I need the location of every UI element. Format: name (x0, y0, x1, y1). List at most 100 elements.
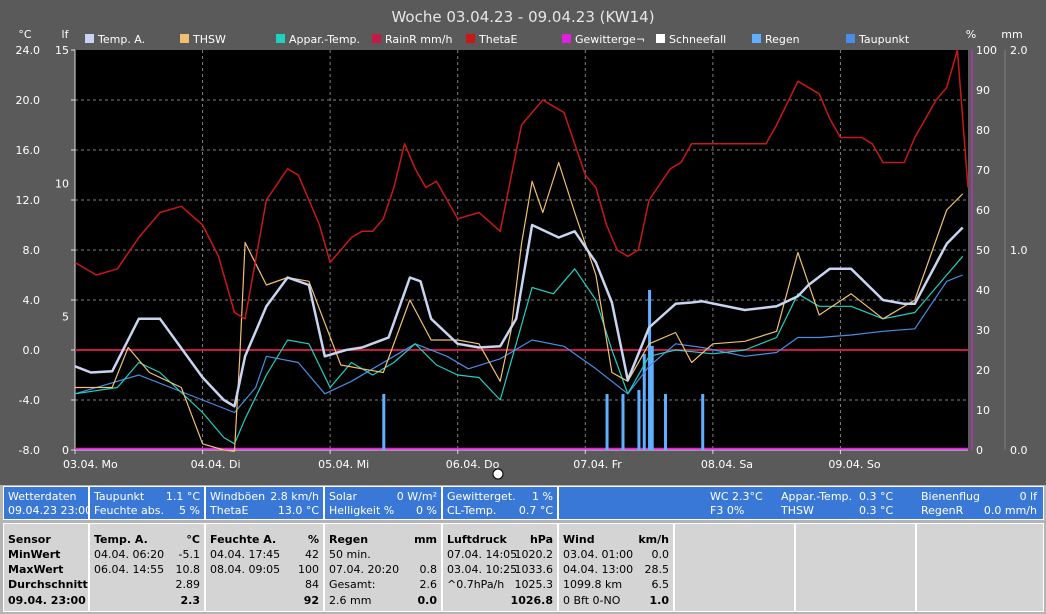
luftdruck-header: Luftdruck (447, 533, 507, 546)
regen-total-value: 2.6 (419, 578, 438, 591)
windboeen-box: Windböen 2.8 km/h ThetaE 13.0 °C (205, 486, 324, 520)
temp-header: Temp. A. (94, 533, 148, 546)
legend-swatch (846, 34, 855, 43)
legend-swatch (466, 34, 475, 43)
legend-swatch (562, 34, 571, 43)
legend-label: Regen (765, 33, 800, 46)
temp-max-time: 06.04. 14:55 (94, 563, 165, 576)
temp-tick-label: -4.0 (19, 394, 40, 407)
luftdruck-unit: hPa (529, 533, 553, 546)
percent-tick-label: 100 (976, 44, 997, 57)
legend-swatch (372, 34, 381, 43)
luftdruck-current-value: 1026.8 (510, 594, 553, 607)
mm-tick-label: 0.0 (1010, 444, 1028, 457)
rain-bar (642, 354, 646, 450)
temp-unit: °C (186, 533, 200, 546)
rain-bar (650, 346, 654, 450)
temp-tick-label: 16.0 (16, 144, 41, 157)
legend-label: RainR mm/h (385, 33, 452, 46)
rain-bar (605, 394, 609, 450)
lf-tick-label: 0 (62, 444, 69, 457)
legend-label: Temp. A. (97, 33, 145, 46)
temp-tick-label: 12.0 (16, 194, 41, 207)
thetae-label: ThetaE (210, 504, 249, 517)
x-tick-label: 07.04. Fr (573, 458, 622, 471)
mm-axis-unit: mm (1001, 28, 1022, 41)
rain-bar (637, 390, 641, 450)
wind-current-value: 1.0 (649, 594, 670, 607)
wind-max-value: 28.5 (644, 563, 670, 576)
taupunkt-label: Taupunkt (94, 490, 145, 503)
temp-column: Temp. A. °C 04.04. 06:20 -5.1 06.04. 14:55… (89, 523, 205, 612)
percent-tick-label: 0 (976, 444, 983, 457)
solar-box: Solar 0 W/m² Helligkeit % 0 % (324, 486, 442, 520)
legend-label: THSW (192, 33, 226, 46)
luftdruck-max-value: 1033.6 (514, 563, 554, 576)
chart-area: 24.0 20.0 16.0 12.0 8.0 4.0 0.0 -4.0 -8.0 15 10 5 0 1… (0, 0, 1046, 485)
solar-value: 0 W/m² (396, 490, 437, 503)
regenr-label: RegenR (921, 504, 964, 517)
wind-avg-value: 6.5 (651, 578, 670, 591)
wetterdaten-box: Wetterdaten 09.04.23 23:00 (3, 486, 92, 520)
regen-max-time: 07.04. 20:20 (329, 563, 400, 576)
wind-max-time: 04.04. 13:00 (563, 563, 634, 576)
feuchte-avg-value: 84 (305, 578, 319, 591)
legend-label: Schneefall (669, 33, 726, 46)
wind-unit: km/h (638, 533, 669, 546)
feuchte-abs-label: Feuchte abs. (94, 504, 165, 517)
regenr-value: 0.0 mm/h (983, 504, 1037, 517)
temp-tick-label: -8.0 (19, 444, 40, 457)
legend-swatch (656, 34, 665, 43)
sensor-column: Sensor MinWert MaxWert Durchschnitt 09.0… (3, 523, 89, 612)
regen-current-value: 0.0 (417, 594, 438, 607)
temp-tick-label: 20.0 (16, 94, 41, 107)
legend-swatch (180, 34, 189, 43)
temp-tick-label: 4.0 (23, 294, 41, 307)
luftdruck-min-time: 07.04. 14:05 (447, 548, 518, 561)
luftdruck-max-time: 03.04. 10:25 (447, 563, 518, 576)
gewitter-box: Gewitterget. 1 % CL-Temp. 0.7 °C (442, 486, 558, 520)
percent-tick-label: 20 (976, 364, 990, 377)
x-tick-label: 09.04. So (828, 458, 880, 471)
legend-swatch (85, 34, 94, 43)
temp-max-value: 10.8 (175, 563, 201, 576)
percent-axis-unit: % (966, 28, 976, 41)
feuchte-abs-value: 5 % (179, 504, 200, 517)
temp-current-value: 2.3 (180, 594, 201, 607)
cl-temp-value: 0.7 °C (518, 504, 553, 517)
current-time-label: 09.04. 23:00 (8, 594, 86, 607)
chart-title: Woche 03.04.23 - 09.04.23 (KW14) (391, 8, 654, 26)
wind-min-time: 03.04. 01:00 (563, 548, 634, 561)
thsw-label: THSW (781, 504, 814, 517)
feuchte-column: Feuchte A.% 04.04. 17:45 42 08.04. 09:05 1… (205, 523, 324, 612)
percent-tick-label: 10 (976, 404, 990, 417)
temp-min-value: -5.1 (178, 548, 200, 561)
wind-column: Wind km/h 03.04. 01:00 0.0 04.04. 13:00 28.… (558, 523, 674, 612)
solar-label: Solar (329, 490, 358, 503)
feuchte-min-time: 04.04. 17:45 (210, 548, 281, 561)
percent-tick-label: 90 (976, 84, 990, 97)
time-marker (492, 468, 504, 480)
x-tick-label: 08.04. Sa (701, 458, 753, 471)
legend-label: Taupunkt (858, 33, 910, 46)
empty-column-1 (674, 523, 795, 612)
regen-max-value: 0.8 (419, 563, 438, 576)
rain-bar (648, 290, 652, 450)
luftdruck-avg-value: 1025.3 (514, 578, 554, 591)
f3-value: F3 0% (710, 504, 745, 517)
maxwert-label: MaxWert (8, 563, 64, 576)
taupunkt-box: Taupunkt 1.1 °C Feuchte abs. 5 % (89, 486, 205, 520)
windboeen-value: 2.8 km/h (270, 490, 319, 503)
wetterdaten-label: Wetterdaten (8, 490, 77, 503)
regen-sum: 2.6 mm (329, 594, 372, 607)
data-panel: Wetterdaten 09.04.23 23:00 Taupunkt 1.1 °… (0, 485, 1046, 614)
feuchte-header: Feuchte A. (210, 533, 277, 546)
percent-tick-label: 40 (976, 284, 990, 297)
lf-tick-label: 10 (55, 177, 69, 190)
wind-bft: 0 Bft 0-NO (563, 594, 621, 607)
minwert-label: MinWert (8, 548, 61, 561)
regen-duration: 50 min. (329, 548, 371, 561)
temp-tick-label: 8.0 (23, 244, 41, 257)
legend-swatch (276, 34, 285, 43)
empty-column-2 (795, 523, 916, 612)
